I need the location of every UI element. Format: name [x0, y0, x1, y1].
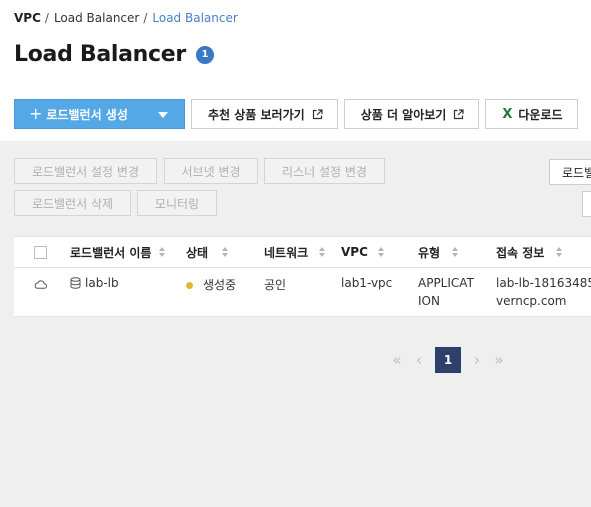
lb-name: lab-lb	[85, 276, 119, 290]
edit-listener-button[interactable]: 리스너 설정 변경	[264, 158, 385, 184]
cloud-icon	[34, 280, 47, 289]
page-title: Load Balancer	[14, 42, 186, 67]
column-label: 접속 정보	[496, 245, 545, 260]
table-header: 로드밸런서 이름 상태 네트워크 VPC 유형 접속 정보	[14, 236, 591, 268]
breadcrumb-separator: /	[143, 11, 148, 25]
vpc-cell: lab1-vpc	[341, 276, 393, 290]
status-dot	[186, 282, 193, 289]
learn-more-label: 상품 더 알아보기	[360, 107, 447, 122]
delete-button[interactable]: 로드밸런서 삭제	[14, 190, 131, 216]
monitoring-button[interactable]: 모니터링	[137, 190, 217, 216]
column-vpc[interactable]: VPC	[341, 237, 384, 267]
breadcrumb-separator: /	[44, 11, 49, 25]
create-load-balancer-button[interactable]: + 로드밸런서 생성	[14, 99, 185, 129]
prev-page-icon[interactable]: ‹	[408, 347, 430, 373]
pagination: « ‹ 1 › »	[386, 347, 510, 373]
action-bar: + 로드밸런서 생성 추천 상품 보러가기 상품 더 알아보기 X 다운로드	[14, 99, 578, 129]
filter-select[interactable]: 로드밸런서	[549, 159, 591, 185]
database-icon	[70, 277, 81, 289]
caret-down-icon[interactable]	[158, 112, 168, 118]
sort-icon[interactable]	[222, 247, 229, 257]
download-label: 다운로드	[518, 107, 563, 122]
first-page-icon[interactable]: «	[386, 347, 408, 373]
plus-icon: +	[29, 104, 43, 123]
sort-icon[interactable]	[159, 247, 166, 257]
edit-subnet-button[interactable]: 서브넷 변경	[164, 158, 258, 184]
column-status[interactable]: 상태	[186, 237, 229, 267]
lb-name-cell[interactable]: lab-lb	[70, 276, 119, 290]
access-info-line1: lab-lb-18163485-9	[496, 276, 591, 290]
edit-settings-button[interactable]: 로드밸런서 설정 변경	[14, 158, 157, 184]
download-button[interactable]: X 다운로드	[485, 99, 578, 129]
column-label: 로드밸런서 이름	[70, 245, 152, 260]
breadcrumb: VPC / Load Balancer / Load Balancer	[14, 11, 238, 25]
next-page-icon[interactable]: ›	[466, 347, 488, 373]
external-link-icon	[454, 108, 464, 119]
column-name[interactable]: 로드밸런서 이름	[70, 237, 166, 267]
recommend-products-button[interactable]: 추천 상품 보러가기	[191, 99, 338, 129]
type-cell-line1: APPLICAT	[418, 276, 474, 290]
type-cell-line2: ION	[418, 294, 440, 308]
excel-icon: X	[502, 106, 513, 122]
status-cell: 생성중	[186, 276, 236, 293]
access-info-line2: verncp.com	[496, 294, 567, 308]
column-label: 네트워크	[264, 245, 309, 260]
status-text: 생성중	[203, 278, 237, 292]
column-type[interactable]: 유형	[418, 237, 459, 267]
breadcrumb-vpc[interactable]: VPC	[14, 11, 41, 25]
breadcrumb-current[interactable]: Load Balancer	[152, 11, 237, 25]
sort-icon[interactable]	[452, 247, 459, 257]
column-access-info[interactable]: 접속 정보	[496, 237, 563, 267]
sort-icon[interactable]	[377, 247, 384, 257]
header-area: VPC / Load Balancer / Load Balancer Load…	[0, 0, 591, 141]
column-network[interactable]: 네트워크	[264, 237, 326, 267]
column-label: 유형	[418, 245, 441, 260]
external-link-icon	[312, 108, 323, 119]
sort-icon[interactable]	[556, 247, 563, 257]
select-all-checkbox[interactable]	[34, 246, 47, 259]
load-balancer-table: 로드밸런서 이름 상태 네트워크 VPC 유형 접속 정보 lab-lb 생성중…	[14, 236, 591, 317]
learn-more-button[interactable]: 상품 더 알아보기	[343, 99, 480, 129]
current-page[interactable]: 1	[435, 347, 461, 373]
column-label: VPC	[341, 245, 368, 259]
sort-icon[interactable]	[319, 247, 326, 257]
recommend-label: 추천 상품 보러가기	[208, 107, 305, 122]
breadcrumb-load-balancer[interactable]: Load Balancer	[54, 11, 139, 25]
search-input[interactable]	[582, 191, 591, 217]
count-badge: 1	[195, 45, 214, 64]
create-label: 로드밸런서 생성	[46, 107, 128, 122]
column-label: 상태	[186, 245, 209, 260]
network-cell: 공인	[264, 278, 287, 292]
table-row[interactable]: lab-lb 생성중 공인 lab1-vpc APPLICAT ION lab-…	[14, 268, 591, 317]
page-title-block: Load Balancer 1	[14, 42, 214, 67]
last-page-icon[interactable]: »	[488, 347, 510, 373]
